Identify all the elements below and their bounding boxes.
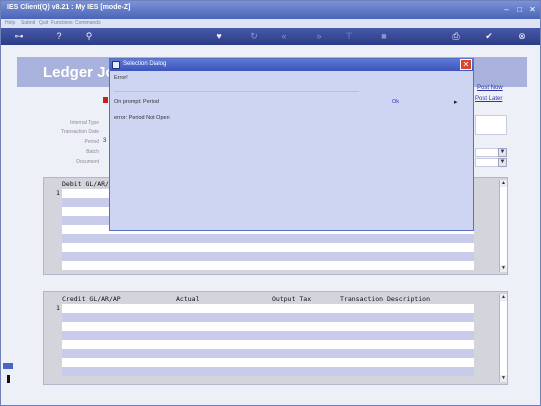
maximize-button[interactable]: □ (514, 4, 525, 15)
transaction-date-label: Transaction Date (61, 129, 99, 135)
post-later-link[interactable]: Post Later (475, 96, 502, 102)
dialog-title: Selection Dialog (123, 61, 167, 67)
help-icon[interactable]: ? (51, 30, 67, 42)
last-icon[interactable]: » (311, 30, 327, 42)
dialog-option-row[interactable]: On prompt: Period Ok ▸ (112, 98, 470, 107)
chevron-down-icon[interactable]: ▼ (498, 158, 507, 167)
title-bar: IES Client(Q) v8.21 : My IES [mode-Z] – … (1, 1, 540, 19)
row-number: 1 (56, 304, 60, 312)
divider (114, 91, 359, 92)
refresh-icon[interactable]: ↻ (246, 30, 262, 42)
column-header: Transaction Description (340, 295, 431, 303)
right-info-panel (475, 115, 507, 135)
stop-icon[interactable]: ■ (376, 30, 392, 42)
scroll-up-icon[interactable]: ▲ (500, 294, 507, 301)
minimize-button[interactable]: – (501, 4, 512, 15)
print-icon[interactable]: ⎙ (448, 30, 464, 42)
menu-item-commands[interactable]: Commands (75, 20, 101, 26)
filter-icon[interactable]: ⊤ (341, 30, 357, 42)
scroll-down-icon[interactable]: ▼ (500, 375, 507, 382)
table-row[interactable] (62, 349, 474, 358)
close-icon[interactable]: ⊗ (514, 30, 530, 42)
batch-label: Batch (86, 149, 99, 155)
credit-grid: Credit GL/AR/AP Actual Output Tax Transa… (43, 291, 508, 385)
column-header: Actual (176, 295, 200, 303)
period-label: Period (84, 139, 99, 145)
side-tab-icon[interactable] (3, 363, 13, 369)
close-window-button[interactable]: ✕ (527, 4, 538, 15)
table-row[interactable] (62, 304, 474, 313)
menu-item-subnit[interactable]: Subnit (21, 20, 35, 26)
table-row[interactable] (62, 252, 474, 261)
table-row[interactable] (62, 367, 474, 376)
table-row[interactable] (62, 243, 474, 252)
key-icon[interactable]: ⊶ (7, 30, 31, 42)
window-title: IES Client(Q) v8.21 : My IES [mode-Z] (7, 4, 131, 11)
document-label: Document (76, 159, 99, 165)
table-row[interactable] (62, 322, 474, 331)
first-icon[interactable]: « (276, 30, 292, 42)
required-marker (103, 97, 108, 103)
menu-item-help[interactable]: Help (5, 20, 15, 26)
chevron-right-icon[interactable]: ▸ (454, 98, 458, 106)
table-row[interactable] (62, 331, 474, 340)
toolbar: ⊶ ? ⚲ ♥ ↻ « » ⊤ ■ ⎙ ✔ ⊗ (1, 28, 540, 45)
dialog-title-bar[interactable]: Selection Dialog (110, 59, 473, 71)
table-row[interactable] (62, 358, 474, 367)
menu-bar: Help Subnit Quit Functions Commands (1, 19, 540, 28)
option-label: On prompt: Period (114, 99, 159, 105)
ok-button[interactable]: Ok (392, 99, 399, 105)
table-row[interactable] (62, 234, 474, 243)
document-combo[interactable] (475, 158, 499, 167)
dialog-close-button[interactable]: ✕ (460, 59, 472, 70)
error-message: error: Period Not Open (114, 115, 170, 121)
menu-item-quit[interactable]: Quit (39, 20, 48, 26)
table-row[interactable] (62, 313, 474, 322)
scroll-down-icon[interactable]: ▼ (500, 265, 507, 272)
selection-dialog: Selection Dialog ✕ Error! On prompt: Per… (109, 58, 474, 231)
table-row[interactable] (62, 340, 474, 349)
row-number: 1 (56, 189, 60, 197)
period-value: 3 (103, 138, 107, 144)
internal-type-label: Internal Type (70, 120, 99, 126)
chevron-down-icon[interactable]: ▼ (498, 148, 507, 157)
dialog-body: Error! On prompt: Period Ok ▸ error: Per… (110, 71, 473, 230)
column-header: Output Tax (272, 295, 312, 303)
info-icon[interactable] (7, 375, 10, 383)
search-icon[interactable]: ⚲ (81, 30, 97, 42)
heart-icon[interactable]: ♥ (211, 30, 227, 42)
post-now-link[interactable]: Post Now (477, 85, 503, 91)
check-icon[interactable]: ✔ (481, 30, 497, 42)
table-row[interactable] (62, 261, 474, 270)
column-header: Credit GL/AR/AP (62, 295, 121, 303)
app-window: IES Client(Q) v8.21 : My IES [mode-Z] – … (0, 0, 541, 406)
dialog-app-icon (112, 61, 120, 69)
batch-combo[interactable] (475, 148, 499, 157)
menu-item-functions[interactable]: Functions (51, 20, 73, 26)
debit-grid-scrollbar[interactable]: ▲ ▼ (499, 180, 507, 272)
dialog-heading: Error! (114, 75, 128, 81)
left-edge-controls (1, 357, 15, 387)
credit-grid-scrollbar[interactable]: ▲ ▼ (499, 294, 507, 382)
scroll-up-icon[interactable]: ▲ (500, 180, 507, 187)
debit-grid-header: Debit GL/AR/A (62, 180, 113, 188)
